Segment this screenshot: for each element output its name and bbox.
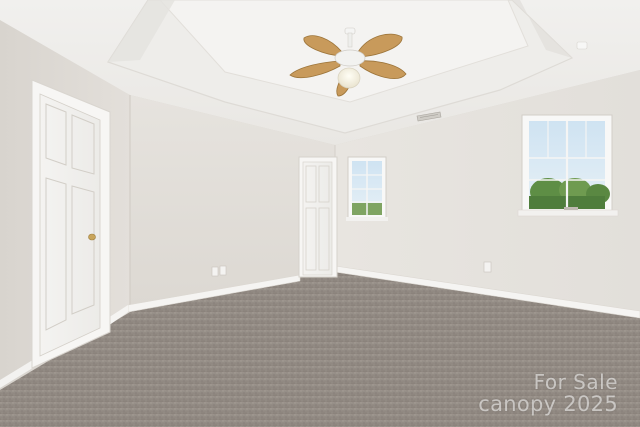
watermark: For Sale canopy 2025 — [478, 369, 618, 416]
door-knob-icon — [88, 233, 96, 241]
left-door — [39, 93, 101, 357]
watermark-line-2: canopy 2025 — [478, 391, 618, 416]
closet-door — [302, 161, 333, 276]
wall-outlet — [483, 261, 492, 273]
wall-outlet — [219, 265, 227, 276]
watermark-line-1: For Sale — [533, 369, 618, 394]
empty-bedroom-photo: For Sale canopy 2025 — [0, 0, 640, 427]
room-illustration — [0, 0, 640, 427]
wall-outlet — [211, 266, 219, 277]
ceiling-light-icon — [576, 41, 588, 50]
